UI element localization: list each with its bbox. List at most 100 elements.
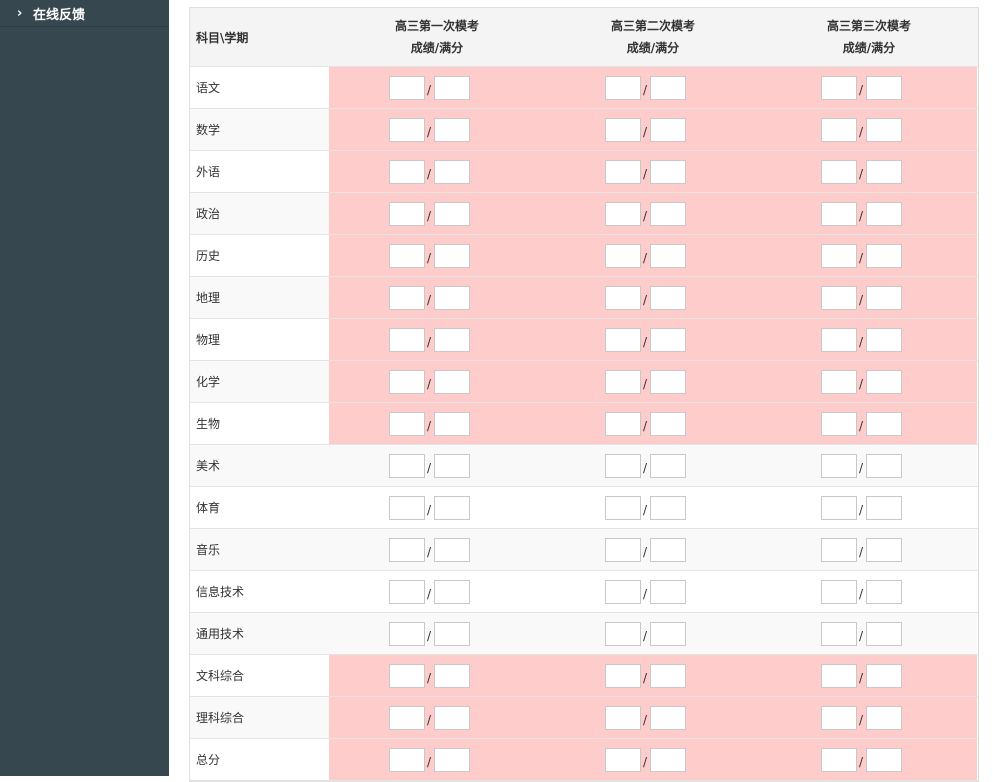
full-score-input[interactable] <box>865 705 902 730</box>
score-input[interactable] <box>388 327 425 352</box>
full-score-input[interactable] <box>649 579 686 604</box>
score-input[interactable] <box>820 75 857 100</box>
full-score-input[interactable] <box>865 537 902 562</box>
score-input[interactable] <box>820 537 857 562</box>
score-input[interactable] <box>388 537 425 562</box>
score-input[interactable] <box>388 453 425 478</box>
score-input[interactable] <box>820 621 857 646</box>
full-score-input[interactable] <box>865 75 902 100</box>
score-input[interactable] <box>388 117 425 142</box>
full-score-input[interactable] <box>865 747 902 772</box>
score-input[interactable] <box>820 285 857 310</box>
full-score-input[interactable] <box>649 75 686 100</box>
score-input[interactable] <box>604 159 641 184</box>
full-score-input[interactable] <box>649 369 686 394</box>
score-input[interactable] <box>604 285 641 310</box>
full-score-input[interactable] <box>433 705 470 730</box>
full-score-input[interactable] <box>865 411 902 436</box>
full-score-input[interactable] <box>649 705 686 730</box>
score-input[interactable] <box>388 747 425 772</box>
score-input[interactable] <box>820 453 857 478</box>
score-input[interactable] <box>604 453 641 478</box>
full-score-input[interactable] <box>433 747 470 772</box>
score-input[interactable] <box>604 495 641 520</box>
score-input[interactable] <box>604 117 641 142</box>
score-input[interactable] <box>604 243 641 268</box>
full-score-input[interactable] <box>865 117 902 142</box>
full-score-input[interactable] <box>433 453 470 478</box>
full-score-input[interactable] <box>433 285 470 310</box>
score-input[interactable] <box>604 747 641 772</box>
score-input[interactable] <box>820 579 857 604</box>
score-input[interactable] <box>604 327 641 352</box>
score-input[interactable] <box>388 579 425 604</box>
sidebar-item-online-feedback[interactable]: › 在线反馈 <box>0 0 169 27</box>
score-input[interactable] <box>388 285 425 310</box>
score-input[interactable] <box>388 621 425 646</box>
score-input[interactable] <box>604 369 641 394</box>
score-input[interactable] <box>820 201 857 226</box>
full-score-input[interactable] <box>865 369 902 394</box>
score-input[interactable] <box>388 369 425 394</box>
score-input[interactable] <box>604 411 641 436</box>
score-input[interactable] <box>820 411 857 436</box>
full-score-input[interactable] <box>865 495 902 520</box>
score-input[interactable] <box>388 159 425 184</box>
full-score-input[interactable] <box>649 117 686 142</box>
full-score-input[interactable] <box>865 243 902 268</box>
score-input[interactable] <box>604 663 641 688</box>
score-input[interactable] <box>820 327 857 352</box>
full-score-input[interactable] <box>649 621 686 646</box>
score-input[interactable] <box>820 663 857 688</box>
full-score-input[interactable] <box>433 663 470 688</box>
full-score-input[interactable] <box>433 201 470 226</box>
full-score-input[interactable] <box>433 579 470 604</box>
full-score-input[interactable] <box>865 663 902 688</box>
score-input[interactable] <box>820 243 857 268</box>
score-input[interactable] <box>604 537 641 562</box>
full-score-input[interactable] <box>649 285 686 310</box>
score-input[interactable] <box>820 117 857 142</box>
full-score-input[interactable] <box>649 243 686 268</box>
full-score-input[interactable] <box>649 747 686 772</box>
score-input[interactable] <box>388 411 425 436</box>
full-score-input[interactable] <box>433 327 470 352</box>
score-input[interactable] <box>820 159 857 184</box>
full-score-input[interactable] <box>433 159 470 184</box>
score-input[interactable] <box>388 201 425 226</box>
score-input[interactable] <box>388 495 425 520</box>
full-score-input[interactable] <box>433 75 470 100</box>
score-input[interactable] <box>388 663 425 688</box>
full-score-input[interactable] <box>649 663 686 688</box>
score-input[interactable] <box>604 579 641 604</box>
full-score-input[interactable] <box>649 327 686 352</box>
score-input[interactable] <box>820 369 857 394</box>
full-score-input[interactable] <box>865 285 902 310</box>
full-score-input[interactable] <box>649 495 686 520</box>
score-input[interactable] <box>820 705 857 730</box>
full-score-input[interactable] <box>433 243 470 268</box>
full-score-input[interactable] <box>433 621 470 646</box>
full-score-input[interactable] <box>865 327 902 352</box>
score-input[interactable] <box>388 705 425 730</box>
full-score-input[interactable] <box>649 201 686 226</box>
full-score-input[interactable] <box>433 537 470 562</box>
full-score-input[interactable] <box>649 159 686 184</box>
score-input[interactable] <box>388 75 425 100</box>
score-input[interactable] <box>604 705 641 730</box>
full-score-input[interactable] <box>865 201 902 226</box>
full-score-input[interactable] <box>865 453 902 478</box>
full-score-input[interactable] <box>649 411 686 436</box>
score-input[interactable] <box>604 201 641 226</box>
full-score-input[interactable] <box>865 621 902 646</box>
score-input[interactable] <box>820 747 857 772</box>
score-input[interactable] <box>604 621 641 646</box>
full-score-input[interactable] <box>433 495 470 520</box>
full-score-input[interactable] <box>433 411 470 436</box>
full-score-input[interactable] <box>865 159 902 184</box>
full-score-input[interactable] <box>649 453 686 478</box>
full-score-input[interactable] <box>649 537 686 562</box>
full-score-input[interactable] <box>865 579 902 604</box>
score-input[interactable] <box>604 75 641 100</box>
score-input[interactable] <box>388 243 425 268</box>
